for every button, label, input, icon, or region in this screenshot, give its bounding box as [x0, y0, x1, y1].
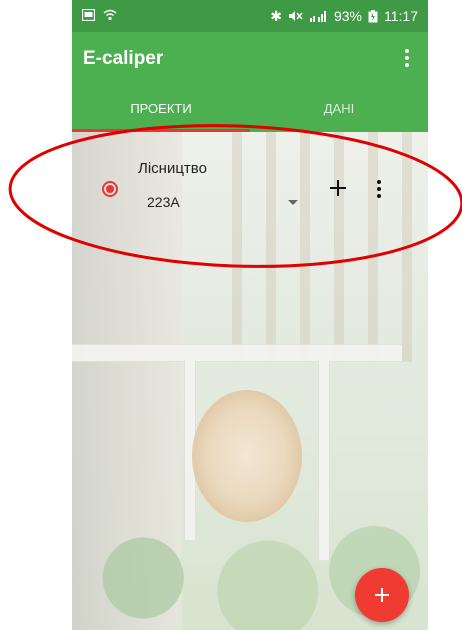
status-right-icons: ✱ 93% 11:17: [270, 8, 418, 24]
tab-projects-label: ПРОЕКТИ: [130, 101, 192, 116]
background-caliper-bar: [72, 344, 402, 362]
background-log-slice: [192, 390, 302, 522]
add-fab-button[interactable]: [355, 568, 409, 622]
status-bar: ✱ 93% 11:17: [72, 0, 428, 32]
tab-projects[interactable]: ПРОЕКТИ: [72, 86, 250, 132]
app-title: E-caliper: [83, 48, 164, 69]
phone-screen: ✱ 93% 11:17 E-caliper ПРОЕКТИ ДАНІ Лісни…: [72, 0, 428, 630]
tab-data[interactable]: ДАНІ: [250, 86, 428, 132]
bluetooth-icon: ✱: [270, 8, 282, 24]
image-icon: [82, 9, 95, 21]
battery-icon: [368, 9, 378, 22]
project-dropdown[interactable]: 223А: [138, 186, 298, 216]
status-left-icons: [82, 9, 117, 21]
add-icon[interactable]: [328, 178, 348, 198]
status-time: 11:17: [384, 8, 418, 24]
mute-icon: [288, 11, 303, 21]
more-vert-icon[interactable]: [400, 46, 414, 70]
projects-content: Лісництво 223А: [72, 132, 428, 630]
more-vert-icon[interactable]: [372, 179, 386, 199]
radio-selected-dot: [106, 185, 114, 193]
project-name: Лісництво: [138, 160, 207, 177]
battery-percent: 93%: [333, 8, 362, 24]
tab-data-label: ДАНІ: [323, 101, 355, 116]
project-row[interactable]: Лісництво 223А: [72, 154, 428, 224]
page: ✱ 93% 11:17 E-caliper ПРОЕКТИ ДАНІ Лісни…: [0, 0, 462, 630]
wifi-icon: [103, 9, 117, 21]
background-caliper-jaw: [318, 360, 330, 560]
signal-icon: [309, 11, 326, 22]
tab-bar: ПРОЕКТИ ДАНІ: [72, 86, 428, 132]
app-bar: E-caliper: [72, 32, 428, 86]
project-radio-button[interactable]: [102, 181, 118, 197]
project-dropdown-value: 223А: [147, 194, 180, 210]
dropdown-arrow-icon: [288, 200, 298, 205]
